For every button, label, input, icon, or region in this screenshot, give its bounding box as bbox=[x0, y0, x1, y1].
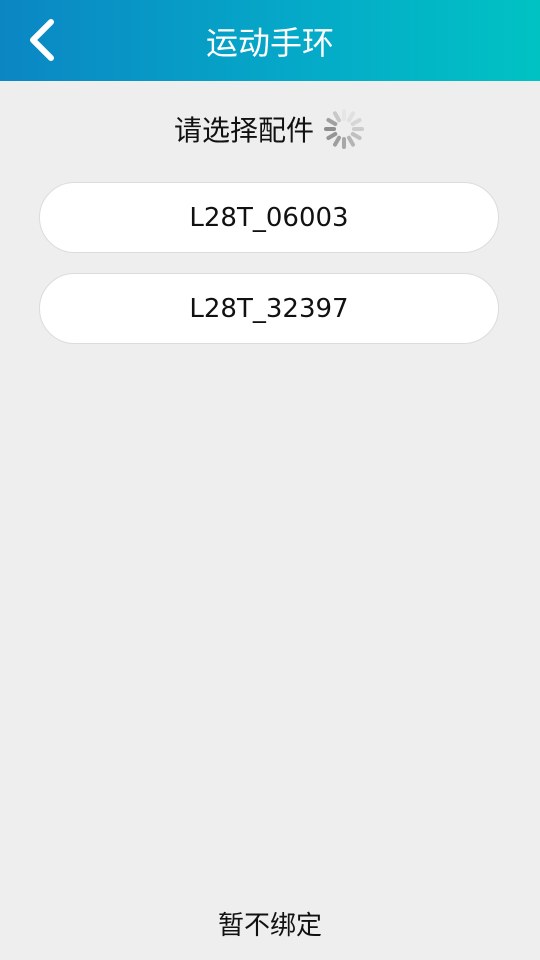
device-item[interactable]: L28T_32397 bbox=[39, 273, 499, 344]
app-header: 运动手环 bbox=[0, 0, 540, 81]
page-title: 运动手环 bbox=[205, 24, 334, 62]
device-item[interactable]: L28T_06003 bbox=[39, 182, 499, 253]
loading-spinner-icon bbox=[324, 109, 364, 149]
subtitle-row: 请选择配件 bbox=[0, 104, 540, 154]
skip-binding-button[interactable]: 暂不绑定 bbox=[170, 896, 370, 950]
select-accessory-label: 请选择配件 bbox=[173, 114, 314, 147]
